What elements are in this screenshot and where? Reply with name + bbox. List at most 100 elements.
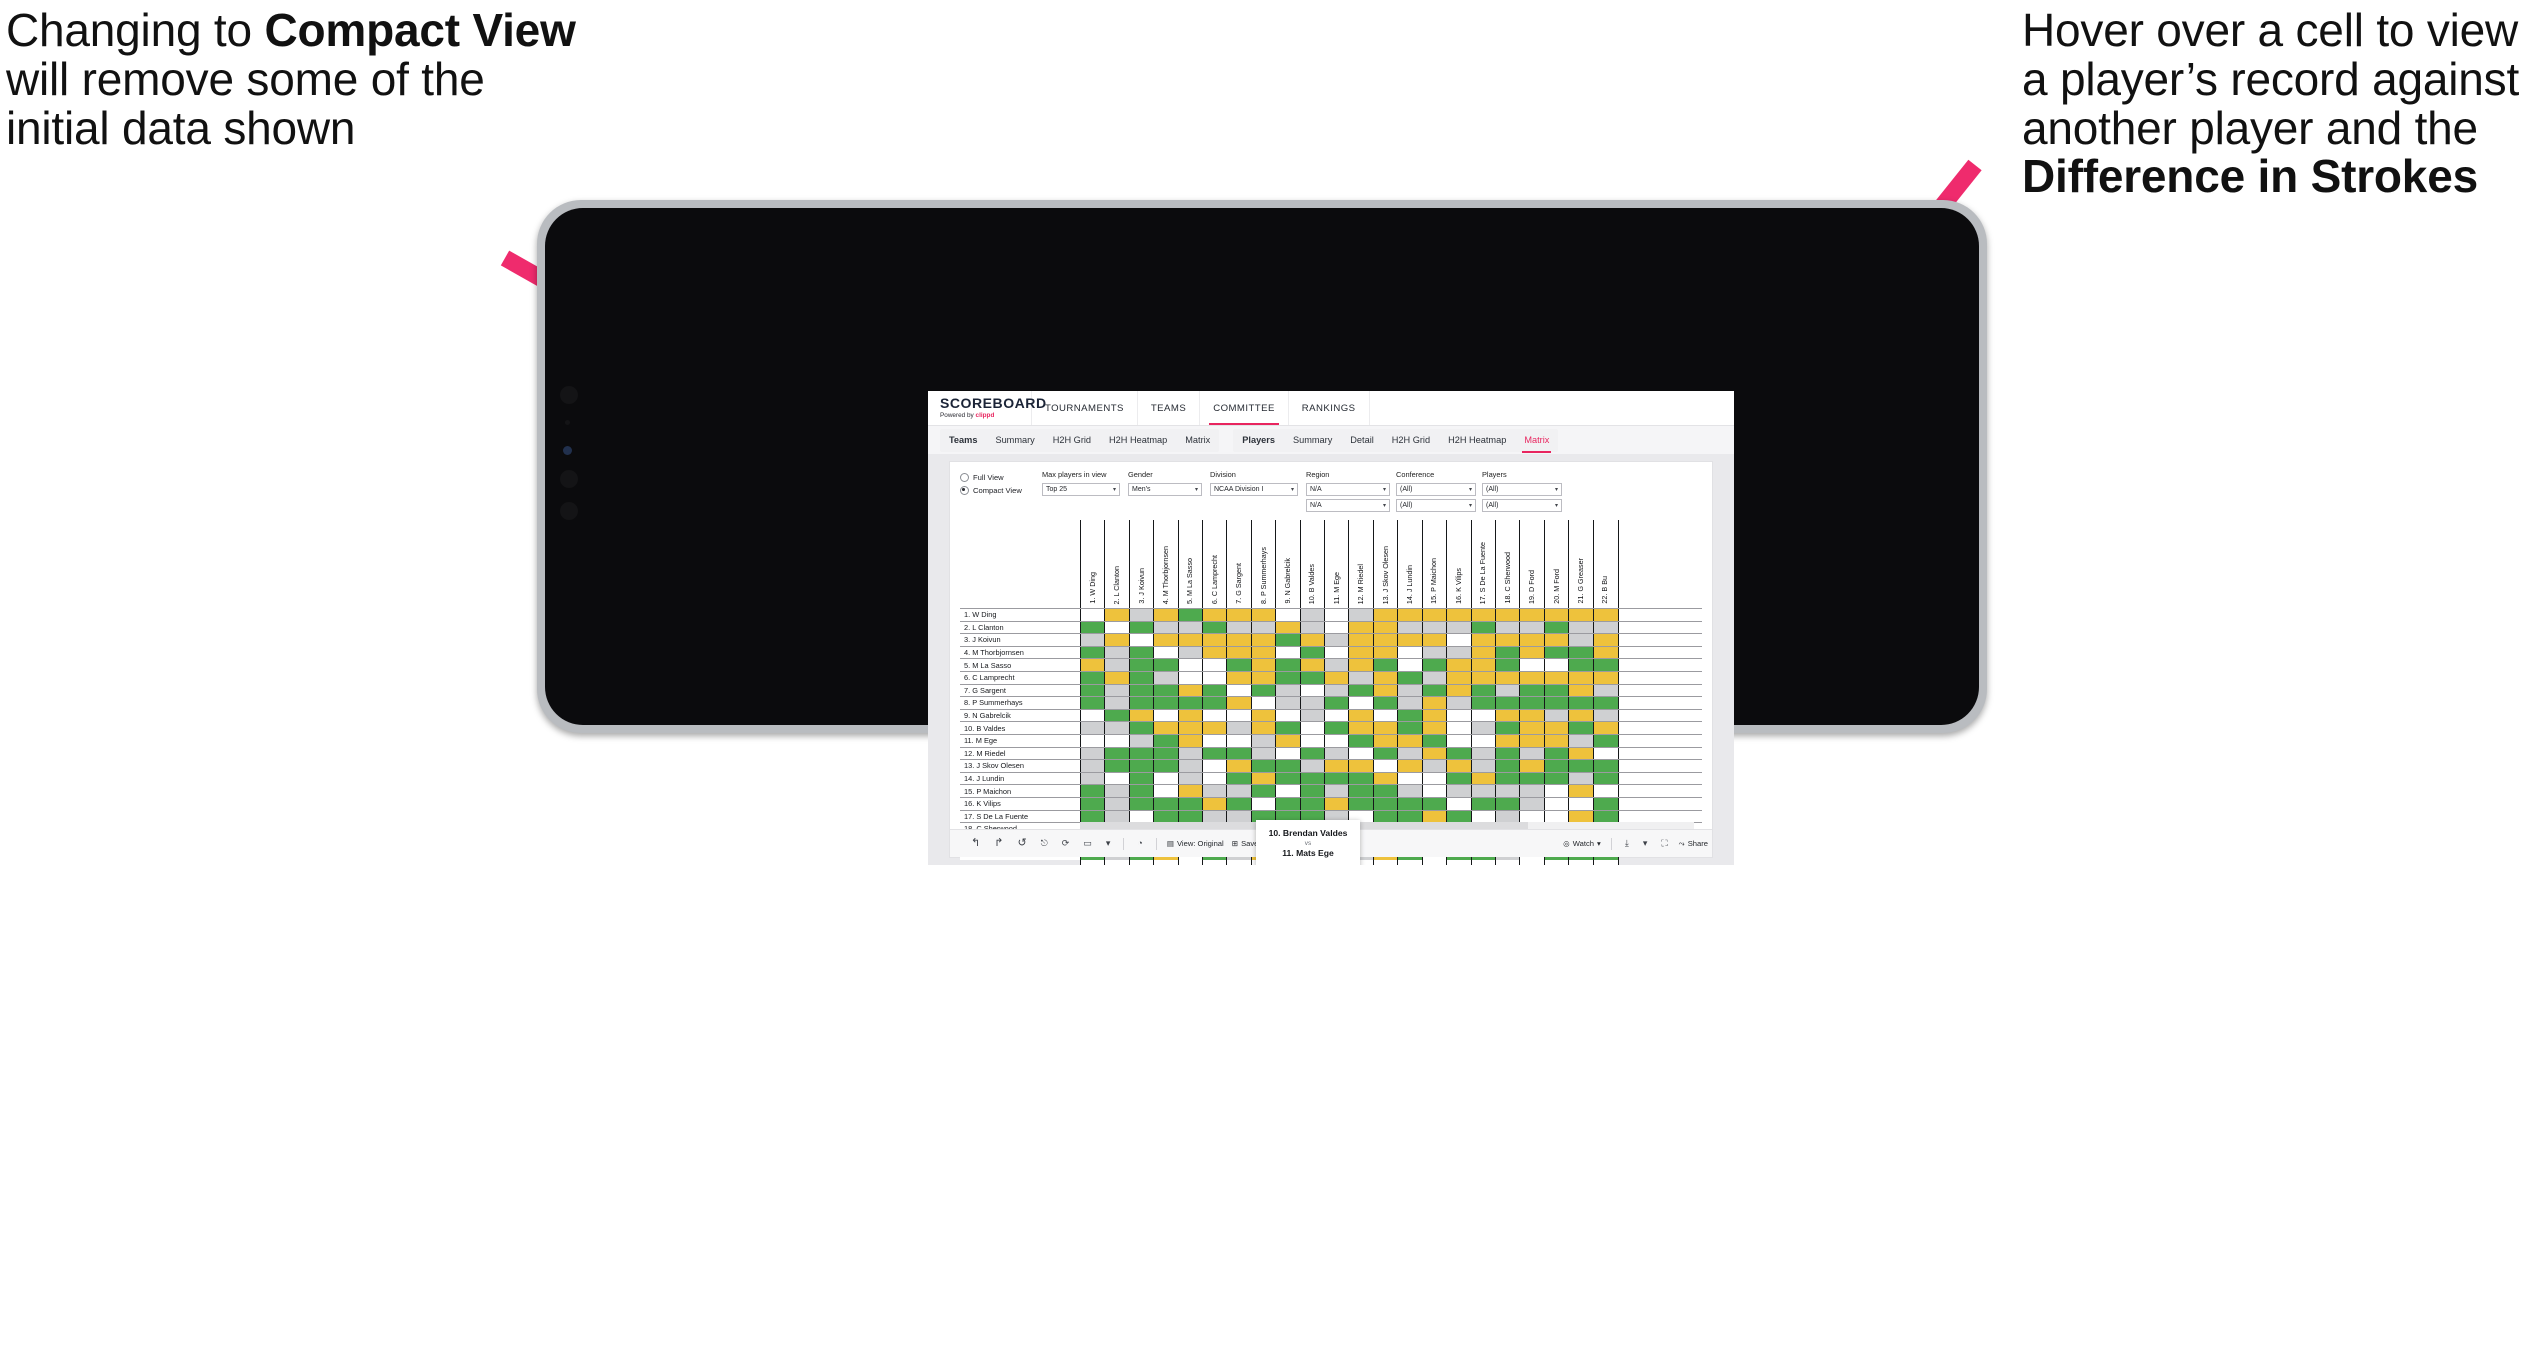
tab-teams-matrix[interactable]: Matrix	[1176, 429, 1219, 452]
matrix-cell[interactable]	[1372, 722, 1399, 734]
matrix-cell[interactable]	[1226, 684, 1253, 697]
matrix-cell[interactable]	[1128, 722, 1155, 734]
matrix-cell[interactable]	[1446, 722, 1473, 734]
matrix-cell[interactable]	[1348, 797, 1375, 810]
matrix-cell[interactable]	[1226, 659, 1253, 671]
matrix-cell[interactable]	[1592, 734, 1619, 747]
matrix-cell[interactable]	[1397, 634, 1424, 646]
tab-teams[interactable]: Teams	[940, 429, 986, 452]
matrix-cell[interactable]	[1592, 709, 1619, 722]
matrix-cell[interactable]	[1128, 797, 1155, 810]
matrix-cell[interactable]	[1128, 684, 1155, 697]
matrix-cell[interactable]	[1421, 621, 1448, 634]
matrix-cell[interactable]	[1519, 609, 1546, 621]
filter-players-select[interactable]: (All) ▾	[1482, 482, 1562, 496]
matrix-cell[interactable]	[1104, 722, 1131, 734]
matrix-cell[interactable]	[1128, 760, 1155, 772]
matrix-cell[interactable]	[1226, 747, 1253, 760]
matrix-cell[interactable]	[1348, 621, 1375, 634]
matrix-cell[interactable]	[1494, 697, 1521, 709]
filter-region-select-2[interactable]: N/A ▾	[1306, 498, 1390, 512]
matrix-cell[interactable]	[1153, 747, 1180, 760]
matrix-cell[interactable]	[1299, 797, 1326, 810]
matrix-cell[interactable]	[1104, 810, 1131, 823]
matrix-cell[interactable]	[1080, 760, 1106, 772]
matrix-cell[interactable]	[1397, 772, 1424, 785]
matrix-cell[interactable]	[1324, 709, 1351, 722]
matrix-cell[interactable]	[1275, 621, 1302, 634]
matrix-cell[interactable]	[1250, 734, 1277, 747]
matrix-cell[interactable]	[1494, 709, 1521, 722]
matrix-cell[interactable]	[1250, 646, 1277, 659]
matrix-cell[interactable]	[1519, 734, 1546, 747]
matrix-cell[interactable]	[1275, 646, 1302, 659]
matrix-cell[interactable]	[1324, 671, 1351, 684]
tab-teams-h2h-heatmap[interactable]: H2H Heatmap	[1100, 429, 1176, 452]
matrix-cell[interactable]	[1421, 785, 1448, 797]
matrix-cell[interactable]	[1470, 772, 1497, 785]
matrix-cell[interactable]	[1397, 747, 1424, 760]
nav-rankings[interactable]: RANKINGS	[1289, 391, 1370, 425]
matrix-cell[interactable]	[1446, 684, 1473, 697]
tab-players-matrix[interactable]: Matrix	[1515, 429, 1558, 453]
matrix-cell[interactable]	[1372, 621, 1399, 634]
matrix-cell[interactable]	[1519, 621, 1546, 634]
matrix-cell[interactable]	[1104, 697, 1131, 709]
matrix-cell[interactable]	[1494, 797, 1521, 810]
matrix-cell[interactable]	[1275, 722, 1302, 734]
matrix-cell[interactable]	[1519, 747, 1546, 760]
matrix-cell[interactable]	[1177, 734, 1204, 747]
matrix-cell[interactable]	[1324, 760, 1351, 772]
matrix-cell[interactable]	[1519, 659, 1546, 671]
matrix-cell[interactable]	[1348, 609, 1375, 621]
matrix-cell[interactable]	[1299, 634, 1326, 646]
matrix-cell[interactable]	[1470, 760, 1497, 772]
nav-tournaments[interactable]: TOURNAMENTS	[1032, 391, 1138, 425]
matrix-cell[interactable]	[1592, 810, 1619, 823]
matrix-cell[interactable]	[1568, 697, 1595, 709]
matrix-cell[interactable]	[1299, 659, 1326, 671]
matrix-cell[interactable]	[1177, 747, 1204, 760]
matrix-cell[interactable]	[1226, 646, 1253, 659]
matrix-cell[interactable]	[1226, 634, 1253, 646]
matrix-cell[interactable]	[1104, 760, 1131, 772]
matrix-cell[interactable]	[1470, 722, 1497, 734]
matrix-cell[interactable]	[1348, 760, 1375, 772]
matrix-cell[interactable]	[1543, 722, 1570, 734]
matrix-cell[interactable]	[1250, 634, 1277, 646]
matrix-cell[interactable]	[1226, 810, 1253, 823]
matrix-cell[interactable]	[1153, 785, 1180, 797]
matrix-cell[interactable]	[1080, 785, 1106, 797]
tab-players-h2h-heatmap[interactable]: H2H Heatmap	[1439, 429, 1515, 452]
matrix-cell[interactable]	[1104, 797, 1131, 810]
matrix-cell[interactable]	[1226, 760, 1253, 772]
matrix-cell[interactable]	[1275, 659, 1302, 671]
share-button[interactable]: ⤳ Share	[1675, 839, 1712, 849]
matrix-cell[interactable]	[1543, 772, 1570, 785]
matrix-cell[interactable]	[1494, 810, 1521, 823]
matrix-cell[interactable]	[1568, 760, 1595, 772]
matrix-cell[interactable]	[1250, 709, 1277, 722]
matrix-cell[interactable]	[1421, 747, 1448, 760]
matrix-cell[interactable]	[1153, 722, 1180, 734]
matrix-cell[interactable]	[1275, 697, 1302, 709]
matrix-cell[interactable]	[1446, 760, 1473, 772]
matrix-cell[interactable]	[1568, 671, 1595, 684]
matrix-cell[interactable]	[1372, 671, 1399, 684]
matrix-cell[interactable]	[1275, 609, 1302, 621]
matrix-cell[interactable]	[1250, 772, 1277, 785]
matrix-cell[interactable]	[1372, 609, 1399, 621]
matrix-cell[interactable]	[1104, 671, 1131, 684]
matrix-cell[interactable]	[1080, 697, 1106, 709]
matrix-cell[interactable]	[1177, 621, 1204, 634]
matrix-cell[interactable]	[1250, 747, 1277, 760]
matrix-cell[interactable]	[1080, 634, 1106, 646]
matrix-cell[interactable]	[1080, 810, 1106, 823]
matrix-cell[interactable]	[1592, 772, 1619, 785]
matrix-cell[interactable]	[1397, 734, 1424, 747]
matrix-cell[interactable]	[1470, 734, 1497, 747]
matrix-cell[interactable]	[1372, 747, 1399, 760]
matrix-cell[interactable]	[1080, 772, 1106, 785]
matrix-cell[interactable]	[1324, 609, 1351, 621]
matrix-cell[interactable]	[1543, 659, 1570, 671]
